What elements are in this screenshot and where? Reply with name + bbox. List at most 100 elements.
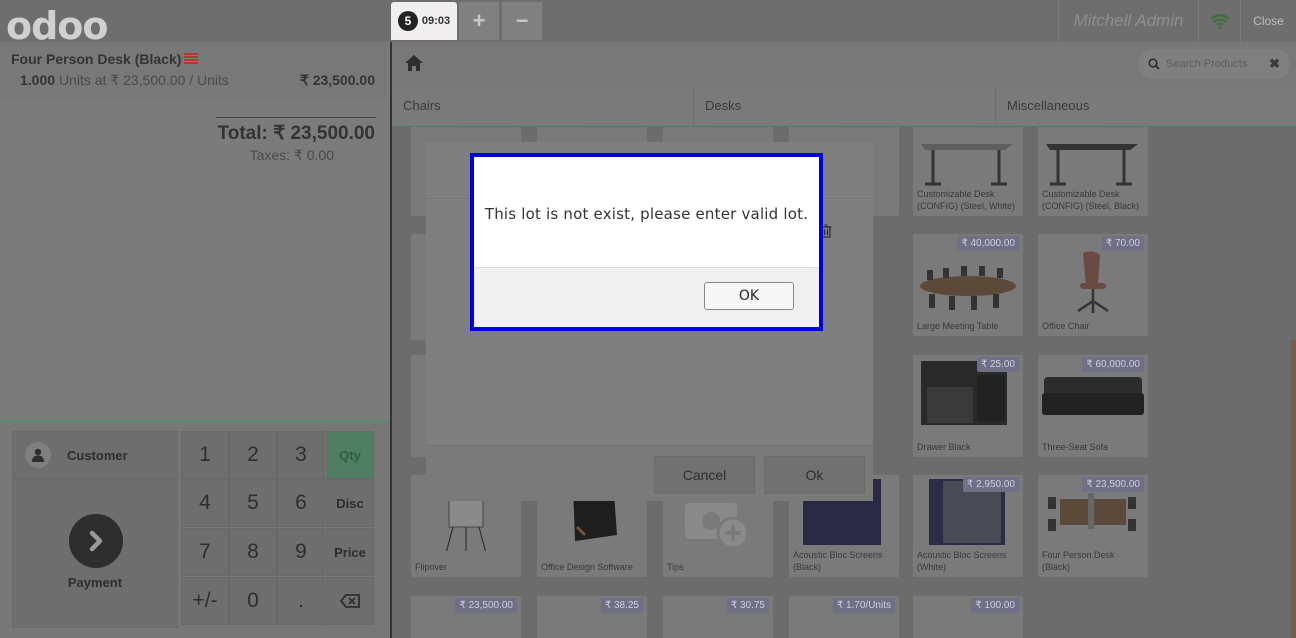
order-number-badge: 5 [397, 11, 418, 31]
product-name: Customizable Desk (CONFIG) (Steel, White… [917, 189, 1016, 211]
price-tag: ₹ 23,500.00 [455, 598, 517, 613]
error-alert-dialog: This lot is not exist, please enter vali… [470, 153, 823, 331]
numpad-key-7[interactable]: 7 [181, 528, 229, 576]
customer-label: Customer [67, 447, 128, 463]
numpad-key-6[interactable]: 6 [277, 479, 325, 527]
category-bar: Chairs Desks Miscellaneous [392, 86, 1296, 126]
scroll-accent [1291, 340, 1296, 638]
search-icon [1148, 58, 1160, 70]
order-line-price: ₹ 23,500.00 [299, 72, 375, 88]
user-name[interactable]: Mitchell Admin [1058, 0, 1198, 42]
wizard-cancel-button[interactable]: Cancel [654, 456, 755, 494]
office-chair-image [1077, 251, 1109, 313]
numpad-key-9[interactable]: 9 [277, 528, 325, 576]
new-order-button[interactable]: + [459, 2, 499, 40]
price-tag [835, 127, 895, 128]
product-card[interactable]: ₹ 23,500.00 Four Person Desk (Black) [1037, 474, 1149, 578]
price-tag [1100, 127, 1144, 128]
product-name: Acoustic Bloc Screens (White) [917, 550, 1007, 572]
numpad-key-0[interactable]: 0 [229, 577, 277, 625]
price-tag: ₹ 70.00 [1101, 236, 1144, 251]
payment-label: Payment [67, 575, 123, 590]
price-tag: ₹ 25.00 [976, 357, 1019, 372]
order-line[interactable]: Four Person Desk (Black) 1.000 Units at … [0, 42, 388, 98]
product-card[interactable]: ₹ 1.70/Units [788, 595, 900, 638]
product-card[interactable]: ₹ 70.00 Office Chair [1037, 233, 1149, 337]
numpad-key-5[interactable]: 5 [229, 479, 277, 527]
payment-button[interactable]: Payment [12, 479, 178, 628]
product-card[interactable]: ₹ 25.00 Drawer Black [912, 354, 1024, 458]
product-name: Office Chair [1042, 321, 1090, 331]
backspace-button[interactable] [326, 577, 374, 625]
numpad-key-3[interactable]: 3 [277, 431, 325, 479]
lot-list-icon[interactable] [184, 53, 199, 65]
product-card[interactable]: ₹ 2,950.00 Acoustic Bloc Screens (White) [912, 474, 1024, 578]
numpad-key-sign[interactable]: +/- [181, 577, 229, 625]
category-miscellaneous[interactable]: Miscellaneous [996, 86, 1296, 125]
home-icon[interactable] [404, 54, 424, 72]
order-line-name: Four Person Desk (Black) [11, 51, 182, 67]
product-name: Tips [667, 562, 684, 572]
product-name: Large Meeting Table [917, 321, 999, 331]
product-card[interactable]: ₹ 38.25 [536, 595, 648, 638]
mode-price-button[interactable]: Price [326, 528, 374, 576]
numpad-key-2[interactable]: 2 [229, 431, 277, 479]
product-name: Office Design Software [541, 562, 633, 572]
meeting-table-image [920, 266, 1016, 310]
wizard-ok-button[interactable]: Ok [764, 456, 865, 494]
price-tag [457, 127, 517, 128]
price-tag: ₹ 60,000.00 [1082, 357, 1144, 372]
user-icon [25, 442, 51, 468]
backspace-icon [340, 594, 360, 608]
clear-search-icon[interactable]: ✖ [1269, 56, 1280, 72]
order-total: Total: ₹ 23,500.00 [217, 123, 375, 144]
product-card[interactable]: Customizable Desk (CONFIG) (Steel, White… [912, 127, 1024, 217]
numpad-key-1[interactable]: 1 [181, 431, 229, 479]
alert-footer: OK [474, 267, 819, 327]
price-tag [975, 127, 1019, 128]
left-pane: Four Person Desk (Black) 1.000 Units at … [0, 42, 390, 638]
product-name: Flipover [415, 562, 448, 572]
delete-order-button[interactable]: − [502, 2, 542, 40]
product-card[interactable]: ₹ 40,000.00 Large Meeting Table [912, 233, 1024, 337]
price-tag: ₹ 2,950.00 [962, 477, 1019, 492]
search-box[interactable]: Search Products ✖ [1138, 49, 1290, 79]
order-container: Four Person Desk (Black) 1.000 Units at … [0, 42, 388, 420]
price-tag: ₹ 38.25 [600, 598, 643, 613]
order-line-unit-text: Units at ₹ 23,500.00 / Units [58, 72, 229, 88]
product-name: Acoustic Bloc Screens (Black) [793, 550, 883, 572]
product-card[interactable]: ₹ 30.75 [662, 595, 774, 638]
mode-qty-button[interactable]: Qty [326, 431, 374, 479]
price-tag: ₹ 1.70/Units [832, 598, 895, 613]
control-pad: Customer Payment 1 2 3 Qty 4 5 6 Disc 7 … [0, 422, 390, 638]
numpad-key-4[interactable]: 4 [181, 479, 229, 527]
mode-disc-button[interactable]: Disc [326, 479, 374, 527]
product-name: Four Person Desk (Black) [1042, 550, 1115, 572]
alert-message: This lot is not exist, please enter vali… [484, 205, 809, 223]
customer-button[interactable]: Customer [12, 431, 178, 479]
search-input[interactable]: Search Products [1166, 58, 1263, 70]
product-card[interactable]: ₹ 100.00 [912, 595, 1024, 638]
product-card[interactable]: ₹ 60,000.00 Three-Seat Sofa [1037, 354, 1149, 458]
product-card[interactable]: Customizable Desk (CONFIG) (Steel, Black… [1037, 127, 1149, 217]
price-tag [709, 127, 769, 128]
price-tag: ₹ 23,500.00 [1082, 477, 1144, 492]
price-tag: ₹ 30.75 [726, 598, 769, 613]
category-desks[interactable]: Desks [694, 86, 996, 125]
numpad-key-decimal[interactable]: . [277, 577, 325, 625]
order-tab[interactable]: 5 09:03 [391, 2, 457, 40]
numpad-key-8[interactable]: 8 [229, 528, 277, 576]
product-name: Three-Seat Sofa [1042, 442, 1109, 452]
products-header: Search Products ✖ [392, 42, 1296, 86]
order-line-info: 1.000 Units at ₹ 23,500.00 / Units [20, 72, 229, 89]
wifi-icon[interactable] [1198, 0, 1240, 42]
order-line-quantity: 1.000 [20, 72, 56, 88]
order-time: 09:03 [421, 15, 451, 27]
close-button[interactable]: Close [1240, 0, 1296, 42]
chevron-right-icon [69, 514, 123, 568]
product-name: Drawer Black [917, 442, 971, 452]
product-card[interactable]: ₹ 23,500.00 [410, 595, 522, 638]
category-chairs[interactable]: Chairs [392, 86, 694, 125]
alert-ok-button[interactable]: OK [704, 282, 794, 310]
price-tag: ₹ 40,000.00 [957, 236, 1019, 251]
